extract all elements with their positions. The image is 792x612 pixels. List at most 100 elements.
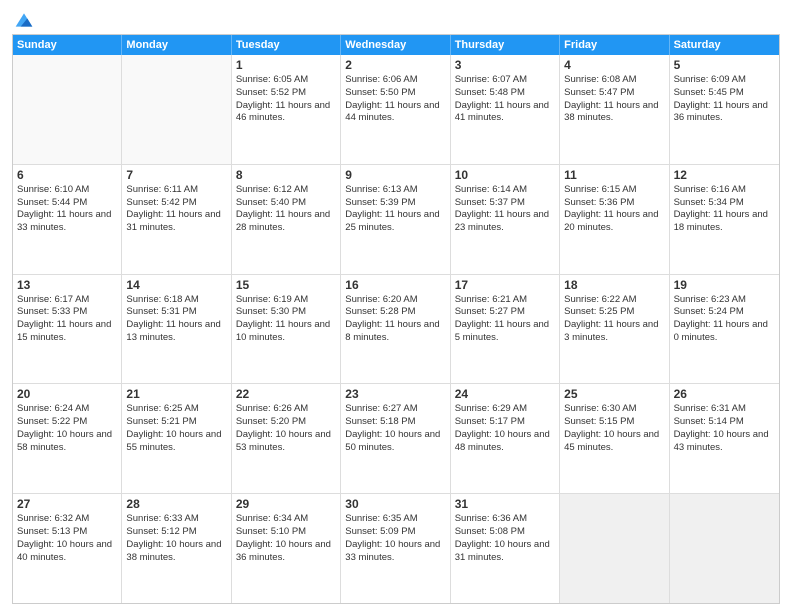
cell-info: Sunrise: 6:13 AM Sunset: 5:39 PM Dayligh… <box>345 184 445 235</box>
calendar-week: 1 Sunrise: 6:05 AM Sunset: 5:52 PM Daylig… <box>13 55 779 165</box>
day-number: 6 <box>17 168 117 182</box>
calendar-cell: 13 Sunrise: 6:17 AM Sunset: 5:33 PM Dayli… <box>13 275 122 384</box>
calendar-cell: 31 Sunrise: 6:36 AM Sunset: 5:08 PM Dayli… <box>451 494 560 603</box>
day-number: 16 <box>345 278 445 292</box>
day-number: 13 <box>17 278 117 292</box>
day-number: 4 <box>564 58 664 72</box>
day-number: 10 <box>455 168 555 182</box>
calendar-cell: 6 Sunrise: 6:10 AM Sunset: 5:44 PM Daylig… <box>13 165 122 274</box>
cell-info: Sunrise: 6:14 AM Sunset: 5:37 PM Dayligh… <box>455 184 555 235</box>
logo-icon <box>14 10 34 30</box>
day-number: 1 <box>236 58 336 72</box>
calendar-cell: 7Sunrise: 6:11 AM Sunset: 5:42 PM Daylig… <box>122 165 231 274</box>
calendar-week: 6 Sunrise: 6:10 AM Sunset: 5:44 PM Daylig… <box>13 165 779 275</box>
cell-info: Sunrise: 6:25 AM Sunset: 5:21 PM Dayligh… <box>126 403 226 454</box>
cell-info: Sunrise: 6:12 AM Sunset: 5:40 PM Dayligh… <box>236 184 336 235</box>
day-number: 17 <box>455 278 555 292</box>
calendar-cell: 8 Sunrise: 6:12 AM Sunset: 5:40 PM Daylig… <box>232 165 341 274</box>
calendar-cell: 5 Sunrise: 6:09 AM Sunset: 5:45 PM Daylig… <box>670 55 779 164</box>
calendar-cell: 9 Sunrise: 6:13 AM Sunset: 5:39 PM Daylig… <box>341 165 450 274</box>
day-number: 18 <box>564 278 664 292</box>
cell-info: Sunrise: 6:20 AM Sunset: 5:28 PM Dayligh… <box>345 294 445 345</box>
page: SundayMondayTuesdayWednesdayThursdayFrid… <box>0 0 792 612</box>
cell-info: Sunrise: 6:11 AM Sunset: 5:42 PM Dayligh… <box>126 184 226 235</box>
calendar-cell <box>560 494 669 603</box>
cell-info: Sunrise: 6:31 AM Sunset: 5:14 PM Dayligh… <box>674 403 775 454</box>
calendar-cell: 2 Sunrise: 6:06 AM Sunset: 5:50 PM Daylig… <box>341 55 450 164</box>
day-number: 31 <box>455 497 555 511</box>
day-number: 27 <box>17 497 117 511</box>
calendar-header-cell: Monday <box>122 35 231 55</box>
calendar-cell: 20Sunrise: 6:24 AM Sunset: 5:22 PM Dayli… <box>13 384 122 493</box>
calendar-cell <box>13 55 122 164</box>
cell-info: Sunrise: 6:10 AM Sunset: 5:44 PM Dayligh… <box>17 184 117 235</box>
calendar-header-cell: Thursday <box>451 35 560 55</box>
cell-info: Sunrise: 6:08 AM Sunset: 5:47 PM Dayligh… <box>564 74 664 125</box>
day-number: 2 <box>345 58 445 72</box>
cell-info: Sunrise: 6:16 AM Sunset: 5:34 PM Dayligh… <box>674 184 775 235</box>
cell-info: Sunrise: 6:19 AM Sunset: 5:30 PM Dayligh… <box>236 294 336 345</box>
cell-info: Sunrise: 6:29 AM Sunset: 5:17 PM Dayligh… <box>455 403 555 454</box>
day-number: 26 <box>674 387 775 401</box>
cell-info: Sunrise: 6:33 AM Sunset: 5:12 PM Dayligh… <box>126 513 226 564</box>
day-number: 5 <box>674 58 775 72</box>
cell-info: Sunrise: 6:09 AM Sunset: 5:45 PM Dayligh… <box>674 74 775 125</box>
calendar-cell: 17Sunrise: 6:21 AM Sunset: 5:27 PM Dayli… <box>451 275 560 384</box>
cell-info: Sunrise: 6:06 AM Sunset: 5:50 PM Dayligh… <box>345 74 445 125</box>
calendar-cell: 10 Sunrise: 6:14 AM Sunset: 5:37 PM Dayli… <box>451 165 560 274</box>
calendar-cell: 28 Sunrise: 6:33 AM Sunset: 5:12 PM Dayli… <box>122 494 231 603</box>
calendar-cell: 26 Sunrise: 6:31 AM Sunset: 5:14 PM Dayli… <box>670 384 779 493</box>
calendar-cell: 14Sunrise: 6:18 AM Sunset: 5:31 PM Dayli… <box>122 275 231 384</box>
header <box>12 10 780 26</box>
calendar-week: 13 Sunrise: 6:17 AM Sunset: 5:33 PM Dayli… <box>13 275 779 385</box>
cell-info: Sunrise: 6:17 AM Sunset: 5:33 PM Dayligh… <box>17 294 117 345</box>
day-number: 14 <box>126 278 226 292</box>
cell-info: Sunrise: 6:24 AM Sunset: 5:22 PM Dayligh… <box>17 403 117 454</box>
calendar-cell: 27 Sunrise: 6:32 AM Sunset: 5:13 PM Dayli… <box>13 494 122 603</box>
cell-info: Sunrise: 6:30 AM Sunset: 5:15 PM Dayligh… <box>564 403 664 454</box>
cell-info: Sunrise: 6:07 AM Sunset: 5:48 PM Dayligh… <box>455 74 555 125</box>
calendar-cell: 24Sunrise: 6:29 AM Sunset: 5:17 PM Dayli… <box>451 384 560 493</box>
calendar-header-cell: Tuesday <box>232 35 341 55</box>
calendar-cell <box>122 55 231 164</box>
day-number: 8 <box>236 168 336 182</box>
calendar-cell: 15 Sunrise: 6:19 AM Sunset: 5:30 PM Dayli… <box>232 275 341 384</box>
calendar-cell: 23Sunrise: 6:27 AM Sunset: 5:18 PM Dayli… <box>341 384 450 493</box>
cell-info: Sunrise: 6:36 AM Sunset: 5:08 PM Dayligh… <box>455 513 555 564</box>
calendar-week: 27 Sunrise: 6:32 AM Sunset: 5:13 PM Dayli… <box>13 494 779 603</box>
calendar-cell: 3 Sunrise: 6:07 AM Sunset: 5:48 PM Daylig… <box>451 55 560 164</box>
calendar-cell: 19Sunrise: 6:23 AM Sunset: 5:24 PM Dayli… <box>670 275 779 384</box>
calendar-cell: 25Sunrise: 6:30 AM Sunset: 5:15 PM Dayli… <box>560 384 669 493</box>
cell-info: Sunrise: 6:26 AM Sunset: 5:20 PM Dayligh… <box>236 403 336 454</box>
calendar-cell: 11 Sunrise: 6:15 AM Sunset: 5:36 PM Dayli… <box>560 165 669 274</box>
calendar-header-cell: Sunday <box>13 35 122 55</box>
calendar-cell <box>670 494 779 603</box>
day-number: 28 <box>126 497 226 511</box>
calendar-header-row: SundayMondayTuesdayWednesdayThursdayFrid… <box>13 35 779 55</box>
cell-info: Sunrise: 6:32 AM Sunset: 5:13 PM Dayligh… <box>17 513 117 564</box>
day-number: 3 <box>455 58 555 72</box>
day-number: 15 <box>236 278 336 292</box>
day-number: 30 <box>345 497 445 511</box>
cell-info: Sunrise: 6:23 AM Sunset: 5:24 PM Dayligh… <box>674 294 775 345</box>
day-number: 9 <box>345 168 445 182</box>
cell-info: Sunrise: 6:05 AM Sunset: 5:52 PM Dayligh… <box>236 74 336 125</box>
calendar-cell: 12 Sunrise: 6:16 AM Sunset: 5:34 PM Dayli… <box>670 165 779 274</box>
calendar-cell: 29 Sunrise: 6:34 AM Sunset: 5:10 PM Dayli… <box>232 494 341 603</box>
calendar-cell: 4 Sunrise: 6:08 AM Sunset: 5:47 PM Daylig… <box>560 55 669 164</box>
day-number: 29 <box>236 497 336 511</box>
cell-info: Sunrise: 6:34 AM Sunset: 5:10 PM Dayligh… <box>236 513 336 564</box>
cell-info: Sunrise: 6:35 AM Sunset: 5:09 PM Dayligh… <box>345 513 445 564</box>
calendar-cell: 30 Sunrise: 6:35 AM Sunset: 5:09 PM Dayli… <box>341 494 450 603</box>
day-number: 23 <box>345 387 445 401</box>
calendar-cell: 18Sunrise: 6:22 AM Sunset: 5:25 PM Dayli… <box>560 275 669 384</box>
calendar-cell: 21 Sunrise: 6:25 AM Sunset: 5:21 PM Dayli… <box>122 384 231 493</box>
day-number: 11 <box>564 168 664 182</box>
day-number: 21 <box>126 387 226 401</box>
logo <box>12 10 34 26</box>
cell-info: Sunrise: 6:15 AM Sunset: 5:36 PM Dayligh… <box>564 184 664 235</box>
day-number: 12 <box>674 168 775 182</box>
calendar-cell: 1 Sunrise: 6:05 AM Sunset: 5:52 PM Daylig… <box>232 55 341 164</box>
calendar-body: 1 Sunrise: 6:05 AM Sunset: 5:52 PM Daylig… <box>13 55 779 603</box>
calendar-header-cell: Saturday <box>670 35 779 55</box>
